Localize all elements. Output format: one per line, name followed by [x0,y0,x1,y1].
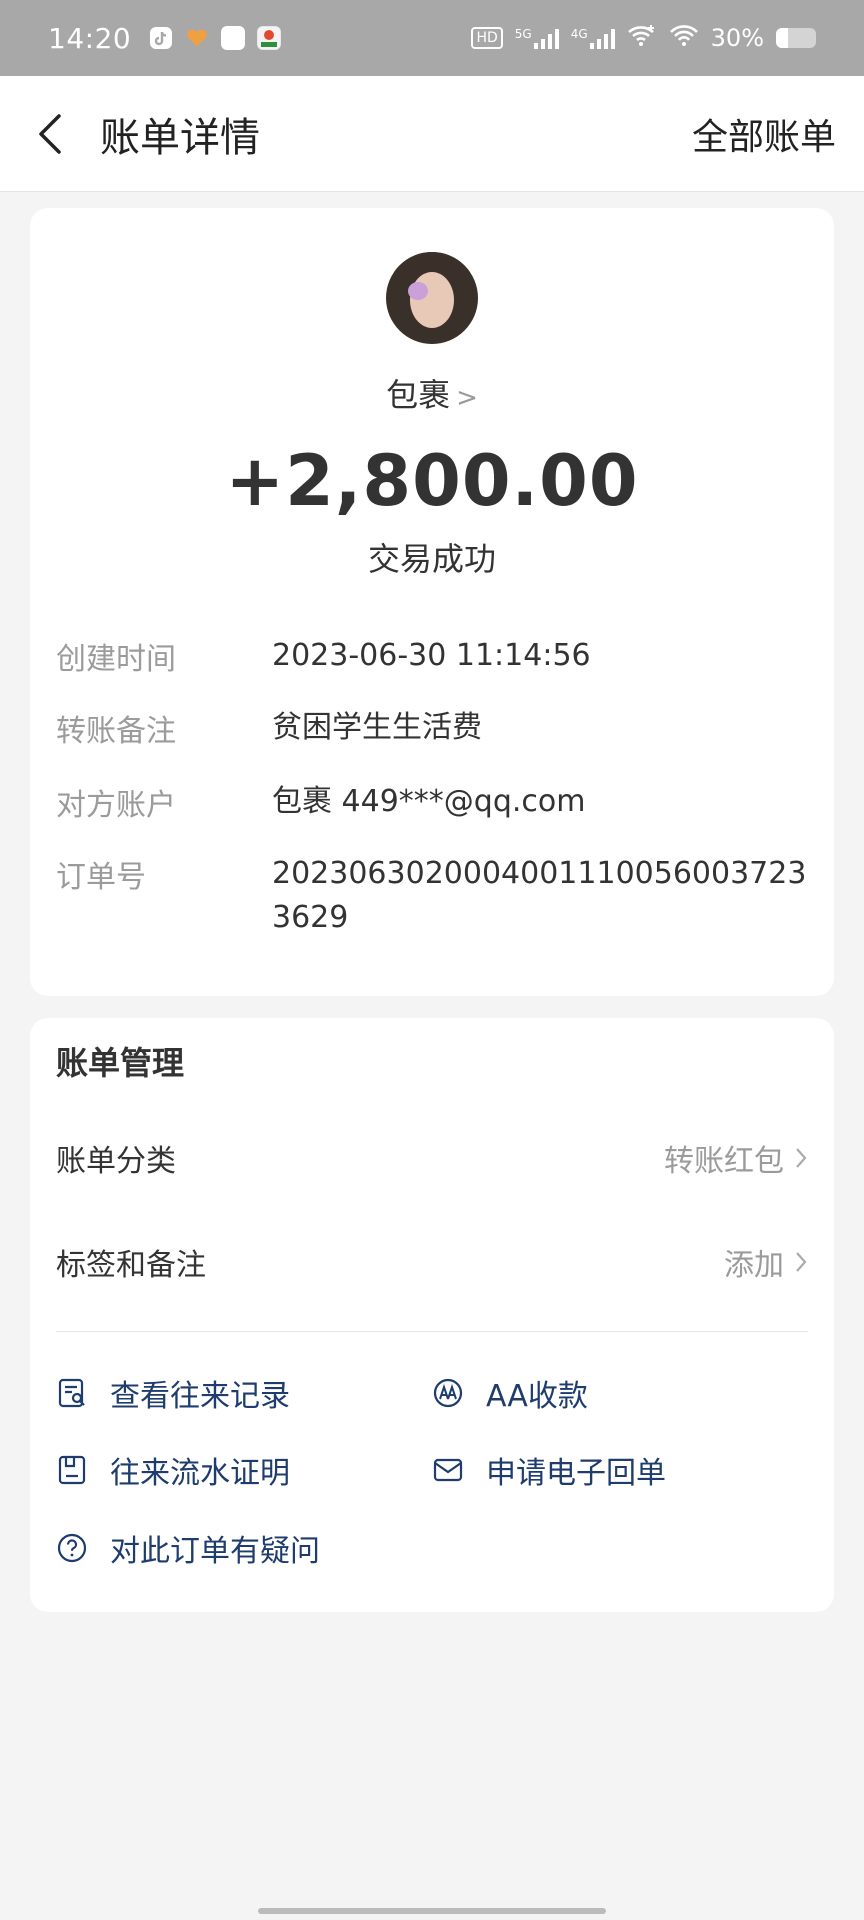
action-label: 申请电子回单 [486,1456,666,1491]
aa-collection-action[interactable]: AA收款 [432,1368,588,1418]
statement-proof-action[interactable]: 往来流水证明 [56,1445,290,1495]
tags-notes-row[interactable]: 标签和备注 添加 [56,1232,808,1292]
status-time: 14:20 [48,21,132,55]
detail-row-created-time: 创建时间 2023-06-30 11:14:56 [56,634,808,678]
signal-4g-label: 4G [570,27,588,41]
chevron-right-icon [796,1148,807,1168]
bill-category-row[interactable]: 账单分类 转账红包 [56,1128,808,1188]
signal-4g: 4G [571,27,615,49]
chevron-left-icon [39,113,61,154]
chevron-right-icon [796,1252,807,1272]
view-transactions-action[interactable]: 查看往来记录 [56,1368,290,1418]
transaction-card: 包裹 > +2,800.00 交易成功 创建时间 2023-06-30 11:14… [30,208,834,996]
detail-value: 包裹 449***@qq.com [272,784,586,819]
detail-value: 2023-06-30 11:14:56 [272,638,591,673]
action-label: 查看往来记录 [110,1379,290,1414]
signal-5g-label: 5G [514,27,532,41]
transaction-status: 交易成功 [367,540,496,578]
home-indicator[interactable] [258,1908,606,1914]
red-app-icon [257,26,282,50]
chevron-right-icon: > [456,383,478,413]
status-app-icons [149,26,282,50]
detail-value[interactable]: 20230630200040011100560037233629 [272,852,808,940]
aa-icon [433,1378,463,1408]
row-value: 转账红包 [664,1144,784,1179]
wifi-plus-icon [627,23,657,53]
hd-badge: HD [471,27,503,49]
order-question-action[interactable]: 对此订单有疑问 [56,1523,320,1573]
signal-bars-icon [589,27,615,49]
avatar[interactable] [386,252,478,344]
section-title: 账单管理 [56,1044,185,1082]
question-icon [57,1533,87,1563]
battery-icon [776,28,816,48]
counterparty-name: 包裹 [386,376,451,414]
battery-fill [776,28,788,48]
detail-label: 转账备注 [56,714,176,749]
signal-5g: 5G [515,27,559,49]
white-app-icon [221,26,246,50]
page-title: 账单详情 [100,114,260,161]
record-search-icon [58,1378,85,1408]
status-indicators: HD 5G 4G 30% [471,23,816,53]
detail-label: 创建时间 [56,642,176,677]
row-label: 账单分类 [56,1144,176,1179]
action-label: AA收款 [486,1379,588,1414]
detail-value: 贫困学生生活费 [272,710,482,745]
e-receipt-action[interactable]: 申请电子回单 [432,1445,666,1495]
row-label: 标签和备注 [56,1248,206,1283]
document-icon [58,1455,86,1485]
wifi-icon [669,23,699,53]
signal-bars-icon [533,27,559,49]
detail-row-order-number: 订单号 20230630200040011100560037233629 [56,852,808,940]
counterparty-row[interactable]: 包裹 > [30,370,834,416]
detail-row-remark: 转账备注 贫困学生生活费 [56,706,808,750]
heart-app-icon [185,26,209,50]
nav-bar: 账单详情 全部账单 [0,76,864,192]
action-label: 往来流水证明 [110,1456,290,1491]
transaction-amount: +2,800.00 [225,440,639,522]
divider [56,1331,808,1332]
status-bar: 14:20 HD 5G 4G 30% [0,0,864,76]
all-bills-link[interactable]: 全部账单 [692,108,836,160]
bill-management-card: 账单管理 账单分类 转账红包 标签和备注 添加 查看往来记录 AA收款 往来流水… [30,1018,834,1612]
tiktok-icon [149,26,173,50]
back-button[interactable] [0,76,100,192]
action-label: 对此订单有疑问 [110,1534,320,1569]
detail-label: 订单号 [56,860,146,895]
envelope-icon [433,1458,463,1482]
row-value: 添加 [724,1248,784,1283]
detail-label: 对方账户 [56,788,176,823]
detail-row-account: 对方账户 包裹 449***@qq.com [56,780,808,824]
battery-percent: 30% [710,24,764,52]
